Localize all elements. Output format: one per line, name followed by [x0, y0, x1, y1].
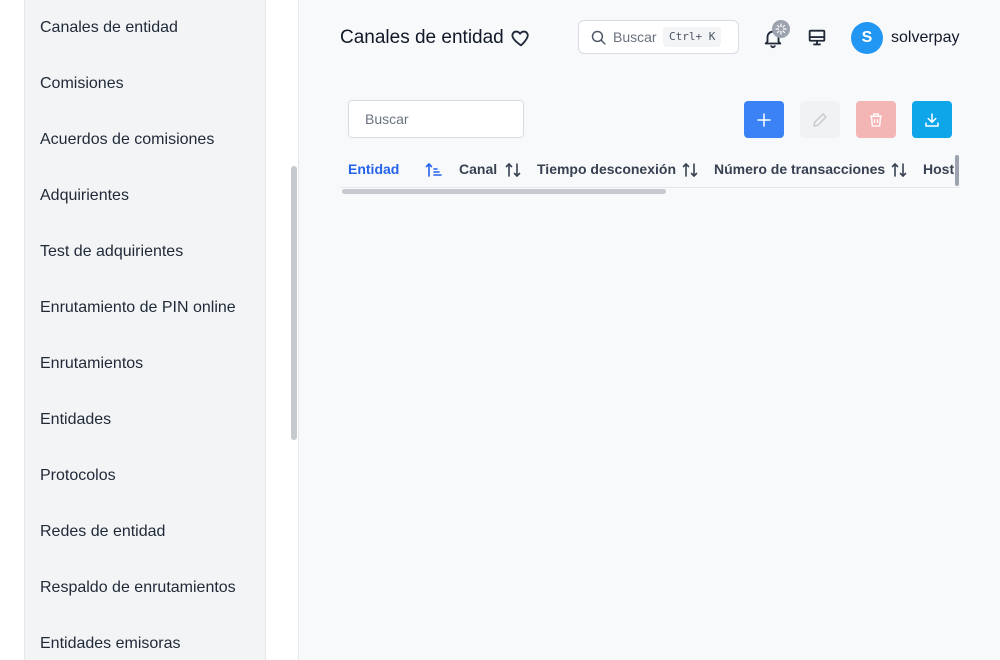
edit-button[interactable]	[800, 101, 840, 138]
sort-icon[interactable]	[504, 161, 522, 179]
global-search-placeholder: Buscar	[613, 29, 657, 45]
sidebar-item-entidades-emisoras[interactable]: Entidades emisoras	[40, 629, 181, 659]
column-header-canal[interactable]: Canal	[459, 152, 497, 186]
sidebar-item-respaldo-de-enrutamientos[interactable]: Respaldo de enrutamientos	[40, 573, 236, 603]
search-icon	[590, 29, 607, 46]
sort-icon[interactable]	[890, 161, 908, 179]
monitor-icon[interactable]	[806, 27, 828, 49]
username[interactable]: solverpay	[891, 24, 959, 52]
column-header-host[interactable]: Host	[923, 152, 954, 186]
spinner-icon	[775, 23, 787, 35]
trash-icon	[870, 112, 882, 127]
column-resizer[interactable]	[955, 155, 959, 186]
sort-ascending-icon[interactable]	[425, 161, 443, 179]
table-search-input[interactable]	[348, 100, 524, 138]
sidebar: Canales de entidad Comisiones Acuerdos d…	[0, 0, 299, 660]
data-table-header: Entidad Canal Tiempo desconexión Número …	[340, 152, 960, 188]
add-button[interactable]	[744, 101, 784, 138]
search-shortcut: Ctrl+ K	[663, 27, 722, 47]
sidebar-item-protocolos[interactable]: Protocolos	[40, 461, 116, 491]
plus-icon	[757, 112, 771, 127]
download-button[interactable]	[912, 101, 952, 138]
heart-icon[interactable]	[510, 27, 532, 49]
sidebar-item-redes-de-entidad[interactable]: Redes de entidad	[40, 517, 165, 547]
sidebar-menu-panel	[24, 0, 266, 660]
column-header-entidad[interactable]: Entidad	[348, 152, 399, 186]
sidebar-item-enrutamiento-pin-online[interactable]: Enrutamiento de PIN online	[40, 293, 236, 323]
sidebar-item-enrutamientos[interactable]: Enrutamientos	[40, 349, 143, 379]
loading-badge	[772, 20, 790, 38]
sidebar-scrollbar[interactable]	[291, 166, 297, 440]
sort-icon[interactable]	[681, 161, 699, 179]
column-header-tiempo-desconexion[interactable]: Tiempo desconexión	[537, 152, 676, 186]
sidebar-item-test-de-adquirientes[interactable]: Test de adquirientes	[40, 237, 183, 267]
pencil-icon	[813, 112, 827, 127]
sidebar-item-entidades[interactable]: Entidades	[40, 405, 111, 435]
page-title: Canales de entidad	[340, 27, 504, 48]
sidebar-item-comisiones[interactable]: Comisiones	[40, 69, 124, 99]
sidebar-item-acuerdos-de-comisiones[interactable]: Acuerdos de comisiones	[40, 125, 214, 155]
download-icon	[925, 112, 939, 127]
global-search[interactable]: Buscar Ctrl+ K	[578, 20, 739, 54]
sidebar-item-adquirientes[interactable]: Adquirientes	[40, 181, 129, 211]
sidebar-item-canales-de-entidad[interactable]: Canales de entidad	[40, 13, 178, 43]
avatar[interactable]: S	[851, 22, 883, 54]
column-header-numero-de-transacciones[interactable]: Número de transacciones	[714, 152, 885, 186]
delete-button[interactable]	[856, 101, 896, 138]
table-horizontal-scrollbar[interactable]	[342, 189, 666, 194]
